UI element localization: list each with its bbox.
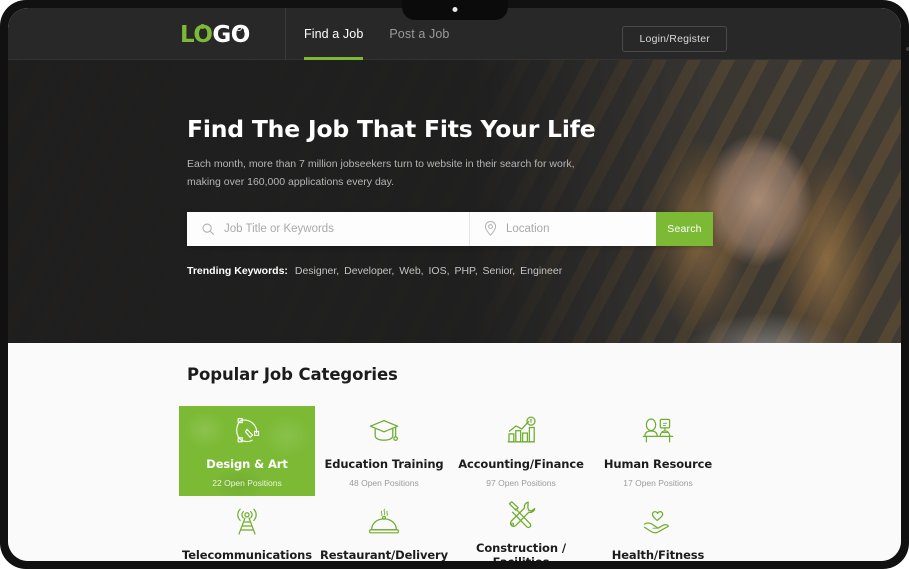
category-card-accounting-finance[interactable]: Accounting/Finance 97 Open Positions — [453, 406, 589, 496]
category-label: Construction / Facilities — [476, 540, 566, 562]
trending-keyword[interactable]: Engineer — [520, 265, 562, 277]
trending-keywords: Trending Keywords: Designer, Developer, … — [187, 265, 747, 277]
trending-keyword[interactable]: PHP, — [454, 265, 477, 277]
logo-text-part2: GO — [212, 21, 250, 48]
hero-content: Find The Job That Fits Your Life Each mo… — [187, 115, 747, 277]
antenna-tower-icon — [231, 506, 263, 539]
map-pin-icon — [484, 221, 497, 236]
hero-section: Find The Job That Fits Your Life Each mo… — [8, 60, 901, 343]
category-count: 22 Open Positions — [212, 477, 282, 488]
category-card-construction-facilities[interactable]: Construction / Facilities 05 Open Positi… — [453, 497, 589, 561]
logo-circle-icon-3 — [236, 24, 242, 31]
trending-keyword[interactable]: Senior, — [483, 265, 516, 277]
categories-section-title: Popular Job Categories — [187, 365, 398, 384]
category-card-restaurant-delivery[interactable]: Restaurant/Delivery 22 Open Positions — [316, 497, 452, 561]
category-card-design-art[interactable]: Design & Art 22 Open Positions — [179, 406, 315, 496]
search-button[interactable]: Search — [656, 211, 713, 246]
keywords-field-wrap — [187, 211, 470, 246]
search-icon — [201, 222, 215, 236]
category-label: Health/Fitness — [611, 547, 705, 562]
category-card-human-resource[interactable]: Human Resource 17 Open Positions — [590, 406, 726, 496]
category-card-telecommunications[interactable]: Telecommunications 60 Open Positions — [179, 497, 315, 561]
category-label: Accounting/Finance — [458, 456, 584, 471]
category-label: Restaurant/Delivery — [319, 547, 449, 562]
camera-icon — [452, 7, 457, 12]
header-divider — [285, 8, 286, 60]
category-card-health-fitness[interactable]: Health/Fitness 10 Open Positions — [590, 497, 726, 561]
search-input-keywords[interactable] — [224, 222, 455, 235]
trending-keyword[interactable]: Web, — [399, 265, 423, 277]
category-count: 48 Open Positions — [349, 477, 419, 488]
nav-item-label: Find a Job — [304, 27, 364, 41]
hero-title: Find The Job That Fits Your Life — [187, 115, 596, 143]
graduation-cap-icon — [368, 415, 400, 448]
device-screen: LOGO Find a Job Post a Job Login/Registe… — [8, 8, 901, 561]
site-logo[interactable]: LOGO — [180, 20, 260, 50]
search-input-location[interactable] — [506, 222, 642, 235]
food-cloche-icon — [367, 506, 401, 539]
pen-tool-icon — [231, 415, 263, 448]
category-label: Human Resource — [603, 456, 713, 471]
logo-circle-icon-2 — [208, 27, 211, 31]
hand-heart-icon — [641, 506, 675, 539]
category-label: Education Training — [324, 456, 444, 471]
nav-item-label: Post a Job — [389, 27, 450, 41]
trending-keyword[interactable]: Developer, — [344, 265, 394, 277]
category-label: Design & Art — [206, 456, 288, 471]
category-label: Telecommunications — [181, 547, 312, 562]
logo-circle-icon-4 — [244, 29, 247, 33]
category-card-education-training[interactable]: Education Training 48 Open Positions — [316, 406, 452, 496]
category-count: 17 Open Positions — [623, 477, 693, 488]
popular-job-categories-section: Popular Job Categories Design & Art 22 O… — [8, 343, 901, 561]
location-field-wrap — [470, 211, 656, 246]
categories-grid: Design & Art 22 Open Positions Education… — [179, 406, 739, 561]
logo-circle-icon-1 — [200, 23, 205, 29]
job-search-bar: Search — [187, 211, 713, 246]
bar-chart-icon — [505, 415, 537, 448]
hero-subtitle: Each month, more than 7 million jobseeke… — [187, 158, 575, 189]
logo-text-part1: LO — [180, 21, 213, 48]
tools-icon — [505, 499, 537, 532]
nav-item-find-a-job[interactable]: Find a Job — [304, 8, 364, 60]
login-register-button[interactable]: Login/Register — [622, 26, 727, 52]
trending-keyword[interactable]: IOS, — [429, 265, 450, 277]
people-desk-icon — [641, 415, 675, 448]
trending-keyword[interactable]: Designer, — [295, 265, 339, 277]
device-frame: LOGO Find a Job Post a Job Login/Registe… — [0, 0, 909, 569]
category-count: 97 Open Positions — [486, 477, 556, 488]
trending-keywords-label: Trending Keywords: — [187, 264, 288, 277]
